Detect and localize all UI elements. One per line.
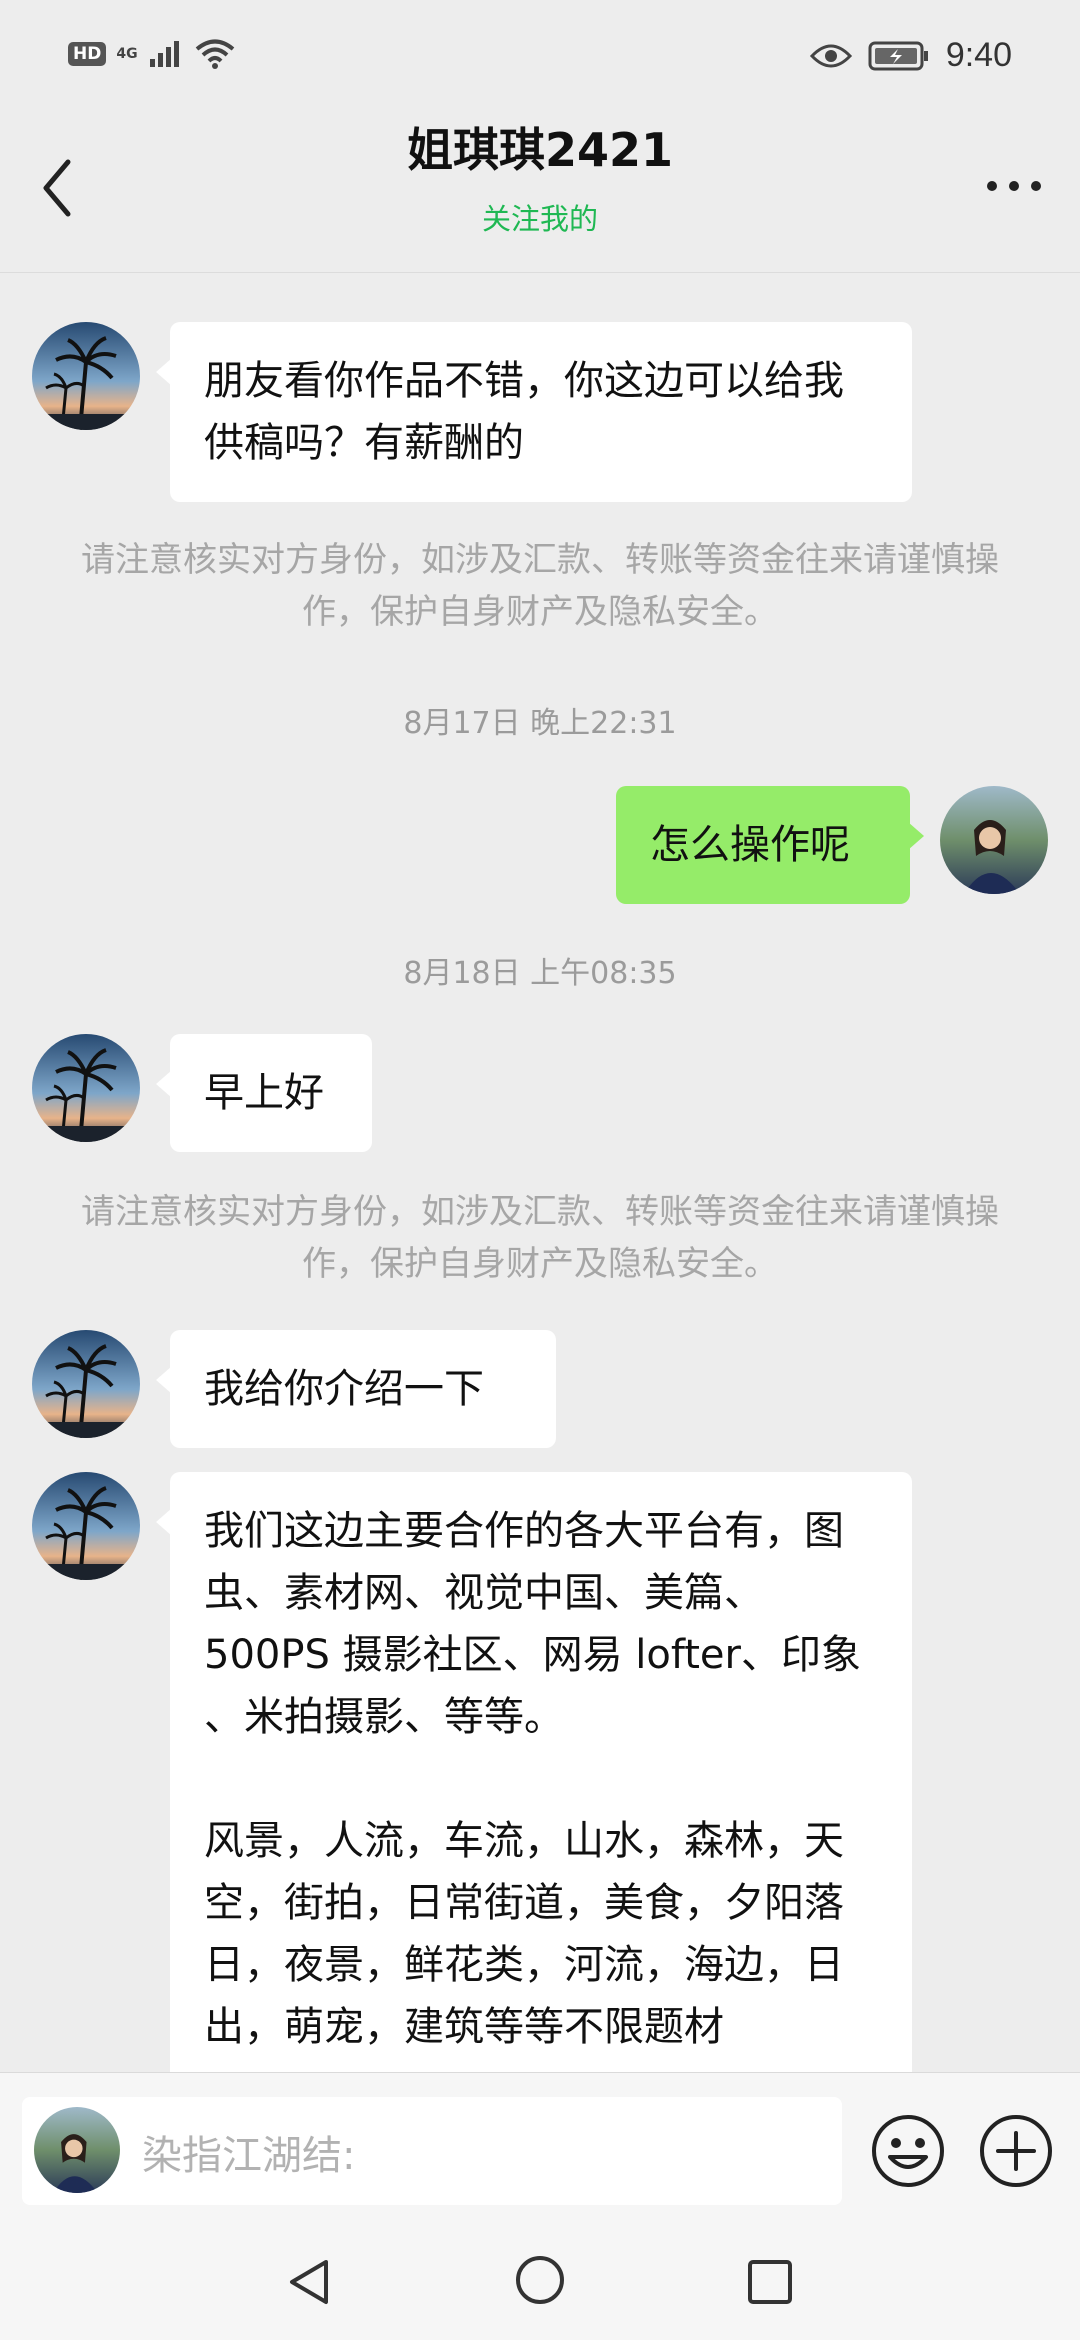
signal-icon <box>149 41 179 67</box>
nav-home-icon[interactable] <box>510 2250 570 2310</box>
wifi-icon <box>195 39 234 69</box>
input-placeholder: 染指江湖结: <box>142 2133 356 2179</box>
received-message[interactable]: 我给你介绍一下 <box>156 1330 556 1448</box>
contact-avatar[interactable] <box>32 1472 140 1580</box>
safety-notice: 请注意核实对方身份，如涉及汇款、转账等资金往来请谨慎操作，保护自身财产及隐私安全… <box>81 1192 999 1284</box>
selfie-image <box>940 786 1048 894</box>
contact-avatar[interactable] <box>32 322 140 430</box>
received-message[interactable]: 早上好 <box>156 1034 372 1152</box>
nav-back-icon[interactable] <box>280 2252 340 2312</box>
hd-badge: HD <box>68 42 107 66</box>
plus-icon[interactable] <box>976 2111 1056 2191</box>
more-icon[interactable] <box>974 156 1054 216</box>
palm-tree-image <box>32 1330 140 1438</box>
follow-status[interactable]: 关注我的 <box>0 196 1080 238</box>
message-input-bar: 染指江湖结: <box>0 2072 1080 2225</box>
timestamp: 8月18日 上午08:35 <box>403 956 677 991</box>
emoji-icon[interactable] <box>868 2111 948 2191</box>
palm-tree-image <box>32 322 140 430</box>
eye-icon <box>809 44 852 67</box>
received-message[interactable]: 朋友看你作品不错，你这边可以给我供稿吗？有薪酬的 <box>156 322 912 502</box>
timestamp: 8月17日 晚上22:31 <box>403 706 677 741</box>
chat-title: 姐琪琪2421 <box>406 123 674 177</box>
contact-avatar[interactable] <box>32 1330 140 1438</box>
chat-header: 姐琪琪2421 关注我的 <box>0 96 1080 273</box>
my-avatar[interactable] <box>940 786 1048 894</box>
contact-avatar[interactable] <box>32 1034 140 1142</box>
network-type-label: 4G <box>116 46 138 62</box>
nav-recent-icon[interactable] <box>740 2252 800 2312</box>
message-input[interactable]: 染指江湖结: <box>22 2097 842 2205</box>
input-avatar <box>34 2107 120 2193</box>
safety-notice: 请注意核实对方身份，如涉及汇款、转账等资金往来请谨慎操作，保护自身财产及隐私安全… <box>81 540 999 632</box>
palm-tree-image <box>32 1472 140 1580</box>
clock: 9:40 <box>945 36 1012 74</box>
palm-tree-image <box>32 1034 140 1142</box>
selfie-image <box>34 2107 120 2193</box>
battery-icon <box>868 41 928 70</box>
sent-message[interactable]: 怎么操作呢 <box>616 786 924 904</box>
system-nav-bar <box>0 2224 1080 2340</box>
